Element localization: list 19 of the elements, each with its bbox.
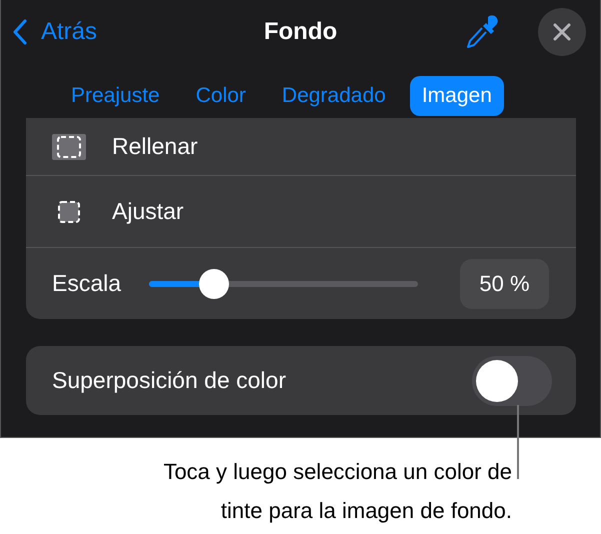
back-button[interactable]: Atrás [13,18,98,46]
option-label[interactable]: Rellenar [112,133,198,160]
callout-text: Toca y luego selecciona un color de tinte para la imagen de fondo. [162,458,512,525]
overlay-toggle[interactable] [472,356,552,406]
fill-icon [52,134,86,160]
scale-value-field[interactable]: 50 % [460,258,549,308]
close-button[interactable] [538,8,586,56]
tab[interactable]: Degradado [270,76,398,116]
tab[interactable]: Preajuste [59,76,172,116]
tab[interactable]: Imagen [410,76,504,116]
eyedropper-icon[interactable] [466,15,498,49]
slider-thumb[interactable] [198,268,229,298]
overlay-label: Superposición de color [52,367,286,394]
window-title: Fondo [264,18,338,45]
scale-label: Escala [52,270,122,297]
option-label[interactable]: Ajustar [112,198,184,225]
tab[interactable]: Color [184,76,258,116]
close-icon [553,23,571,41]
back-icon [13,19,27,45]
